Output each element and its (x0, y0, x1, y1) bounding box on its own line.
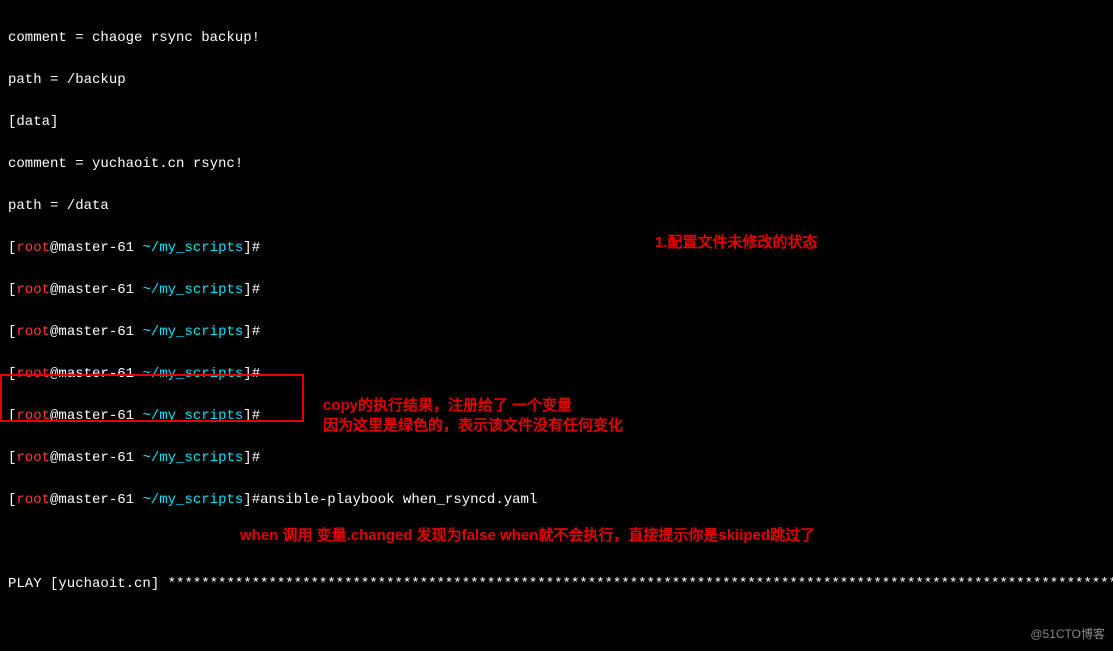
user: root (16, 450, 50, 466)
play-label: PLAY [yuchaoit.cn] (8, 576, 168, 592)
host: master-61 (58, 240, 134, 256)
watermark: @51CTO博客 (1030, 624, 1105, 645)
annotation-box (0, 374, 304, 422)
terminal[interactable]: comment = chaoge rsync backup! path = /b… (0, 0, 1113, 651)
annotation-copy-2: 因为这里是绿色的，表示该文件没有任何变化 (323, 415, 623, 436)
stars: ****************************************… (168, 576, 1113, 592)
cwd: ~/my_scripts (142, 324, 243, 340)
annotation-copy-1: copy的执行结果，注册给了 一个变量 (323, 395, 572, 416)
hash: # (252, 240, 260, 256)
bracket: ] (243, 282, 251, 298)
bracket: ] (243, 492, 251, 508)
host: master-61 (58, 450, 134, 466)
hash: # (252, 492, 260, 508)
hash: # (252, 450, 260, 466)
hash: # (252, 324, 260, 340)
host: master-61 (58, 282, 134, 298)
user: root (16, 282, 50, 298)
prompt-line: [root@master-61 ~/my_scripts]# (8, 448, 1105, 469)
play-header: PLAY [yuchaoit.cn] *********************… (8, 574, 1105, 595)
annotation-when: when 调用 变量.changed 发现为false when就不会执行，直接… (240, 525, 815, 546)
bracket: ] (243, 324, 251, 340)
prompt-line: [root@master-61 ~/my_scripts]# (8, 322, 1105, 343)
config-line: comment = yuchaoit.cn rsync! (8, 154, 1105, 175)
host: master-61 (58, 324, 134, 340)
config-line: path = /data (8, 196, 1105, 217)
bracket: ] (243, 240, 251, 256)
prompt-line: [root@master-61 ~/my_scripts]# (8, 238, 1105, 259)
prompt-line-cmd: [root@master-61 ~/my_scripts]#ansible-pl… (8, 490, 1105, 511)
user: root (16, 324, 50, 340)
cwd: ~/my_scripts (142, 240, 243, 256)
bracket: ] (243, 450, 251, 466)
cwd: ~/my_scripts (142, 450, 243, 466)
hash: # (252, 282, 260, 298)
config-line: [data] (8, 112, 1105, 133)
annotation-title: 1.配置文件未修改的状态 (655, 232, 818, 253)
cwd: ~/my_scripts (142, 282, 243, 298)
command-text: ansible-playbook when_rsyncd.yaml (260, 492, 537, 508)
blank-line (8, 616, 1105, 637)
user: root (16, 492, 50, 508)
config-line: comment = chaoge rsync backup! (8, 28, 1105, 49)
host: master-61 (58, 492, 134, 508)
config-line: path = /backup (8, 70, 1105, 91)
prompt-line: [root@master-61 ~/my_scripts]# (8, 280, 1105, 301)
cwd: ~/my_scripts (142, 492, 243, 508)
user: root (16, 240, 50, 256)
